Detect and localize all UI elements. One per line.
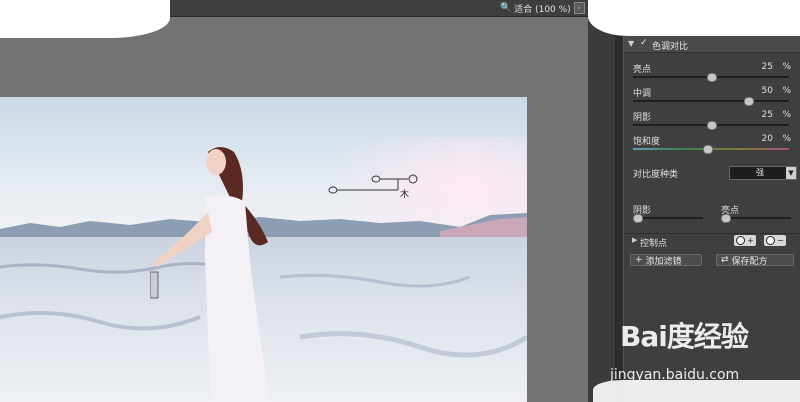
contrast-type-value[interactable]: 强 [756,167,764,178]
zoom-label[interactable]: 适合 (100 %) [514,2,570,15]
watermark-logo: Bai度经验 [620,320,749,353]
add-control-point-button[interactable]: + [734,235,756,246]
collapse-arrow-icon[interactable]: ▼ [628,39,634,48]
panel-actions: + 添加滤镜 ⇄ 保存配方 [624,254,800,268]
slider-unit: % [782,86,791,96]
slider-thumb[interactable] [707,73,717,82]
slider-thumb[interactable] [744,97,754,106]
slider-label: 阴影 [633,113,652,123]
photo-preview[interactable] [0,97,527,402]
slider-track[interactable] [633,100,789,102]
plus-icon: + [747,235,754,245]
contrast-type-dropdown[interactable]: 强 ▼ [729,166,797,180]
slider-unit: % [782,134,791,144]
zoom-menu-button[interactable]: › [573,2,585,14]
mini-slider-shadows[interactable]: 阴影 [633,203,703,223]
magnifier-icon[interactable]: 🔍 [500,3,511,13]
contrast-type-row: 对比度种类 强 ▼ [633,166,797,180]
expand-arrow-icon[interactable]: ▶ [632,236,637,244]
slider-row: 阴影 25% [633,110,793,132]
add-filter-label: 添加滤镜 [645,256,682,267]
remove-control-point-button[interactable]: − [764,235,786,246]
slider-thumb[interactable] [703,145,713,154]
control-point-icon [736,236,746,245]
slider-thumb[interactable] [707,121,717,130]
control-points-label: 控制点 [640,239,668,249]
plus-icon: + [635,255,643,265]
slider-unit: % [782,62,791,72]
slider-label: 中调 [633,89,652,99]
panel-title: 色调对比 [652,42,689,52]
mini-slider-highlights[interactable]: 亮点 [721,203,791,223]
contrast-type-label: 对比度种类 [633,170,679,180]
mini-slider-track[interactable] [633,217,703,219]
control-point-icon [766,236,776,245]
mini-slider-thumb[interactable] [633,214,643,223]
slider-unit: % [782,110,791,120]
minus-icon: − [777,235,784,245]
slider-row: 亮点 25% [633,62,793,84]
redaction-mark [593,380,800,402]
slider-value[interactable]: 20 [762,134,773,144]
mini-slider-track[interactable] [721,217,791,219]
control-point-label: 木 [400,190,410,200]
chevron-down-icon[interactable]: ▼ [786,167,796,179]
add-filter-button[interactable]: + 添加滤镜 [630,254,702,267]
slider-row: 中调 50% [633,86,793,108]
enable-check-icon[interactable]: ✓ [640,38,648,48]
redaction-mark [0,0,170,38]
save-recipe-button[interactable]: ⇄ 保存配方 [716,254,794,267]
slider-row: 饱和度 20% [633,134,793,156]
person-figure [150,147,270,402]
panel-header[interactable]: ▼ ✓ 色调对比 [624,36,800,53]
slider-label: 亮点 [633,65,652,75]
redaction-mark [588,0,800,36]
slider-label: 饱和度 [633,137,661,147]
control-points-row: ▶ 控制点 + − [624,233,800,249]
mini-slider-thumb[interactable] [721,214,731,223]
slider-value[interactable]: 25 [762,110,773,120]
zoom-control[interactable]: 🔍 适合 (100 %) › [500,2,585,15]
slider-value[interactable]: 25 [762,62,773,72]
save-recipe-label: 保存配方 [731,256,768,267]
slider-value[interactable]: 50 [762,86,773,96]
recipe-icon: ⇄ [721,255,729,265]
shadow-highlight-sliders: 阴影 亮点 [633,203,795,223]
